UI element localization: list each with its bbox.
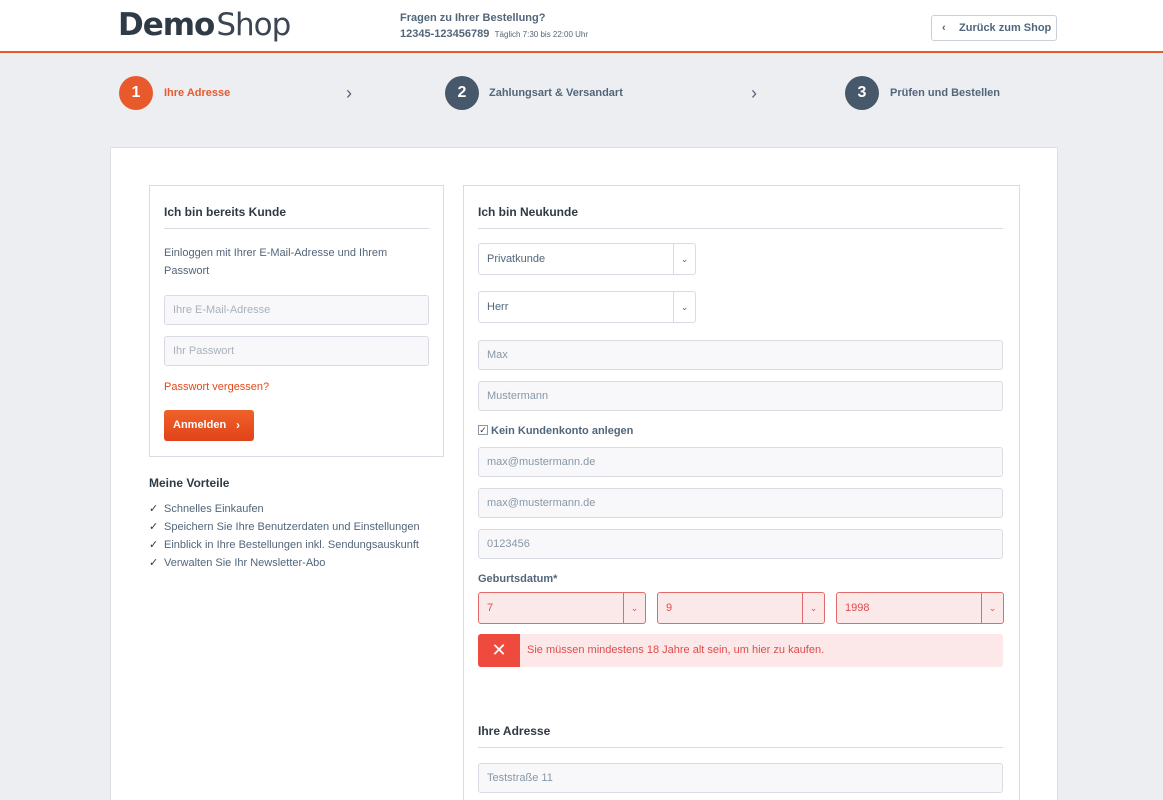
step-2-label[interactable]: Zahlungsart & Versandart: [489, 87, 623, 100]
back-to-shop-button[interactable]: ‹ Zurück zum Shop: [931, 15, 1057, 41]
salutation-value: Herr: [487, 301, 509, 313]
checkmark-icon: ✓: [149, 521, 159, 533]
forgot-password-link[interactable]: Passwort vergessen?: [164, 380, 269, 394]
no-account-label[interactable]: Kein Kundenkonto anlegen: [491, 425, 633, 438]
help-phone: 12345-123456789: [400, 28, 490, 40]
birthday-day-value: 7: [487, 602, 494, 614]
chevron-down-icon: ⌄: [623, 593, 645, 623]
street-input[interactable]: Teststraße 11: [478, 763, 1003, 793]
benefit-item: ✓ Speichern Sie Ihre Benutzerdaten und Ei…: [149, 520, 420, 534]
no-account-checkbox[interactable]: ✓: [478, 425, 488, 435]
step-2-number: 2: [445, 76, 479, 110]
chevron-right-icon: ›: [346, 83, 352, 103]
checkmark-icon: ✓: [149, 503, 159, 515]
birthday-label: Geburtsdatum*: [478, 573, 558, 585]
benefit-text: Speichern Sie Ihre Benutzerdaten und Ein…: [164, 521, 420, 533]
benefit-item: ✓ Einblick in Ihre Bestellungen inkl. Sen…: [149, 538, 419, 552]
checkmark-icon: ✓: [149, 557, 159, 569]
benefits-title: Meine Vorteile: [149, 476, 230, 490]
birthday-year-value: 1998: [845, 602, 870, 614]
chevron-down-icon: ⌄: [981, 593, 1003, 623]
lastname-input[interactable]: Mustermann: [478, 381, 1003, 411]
login-password-input[interactable]: Ihr Passwort: [164, 336, 429, 366]
birthday-day-select[interactable]: 7 ⌄: [478, 592, 646, 624]
address-divider: [478, 747, 1003, 748]
chevron-down-icon: ⌄: [802, 593, 824, 623]
benefit-item: ✓ Verwalten Sie Ihr Newsletter-Abo: [149, 556, 325, 570]
benefit-item: ✓ Schnelles Einkaufen: [149, 502, 264, 516]
help-hours: Täglich 7:30 bis 22:00 Uhr: [494, 30, 589, 39]
step-3-number: 3: [845, 76, 879, 110]
chevron-down-icon: ⌄: [673, 292, 695, 322]
register-divider: [478, 228, 1003, 229]
chevron-down-icon: ⌄: [673, 244, 695, 274]
email-confirm-input[interactable]: max@mustermann.de: [478, 488, 1003, 518]
birthday-month-select[interactable]: 9 ⌄: [657, 592, 825, 624]
logo-light: Shop: [216, 7, 291, 43]
phone-input[interactable]: 0123456: [478, 529, 1003, 559]
back-to-shop-label: Zurück zum Shop: [959, 22, 1052, 34]
benefit-text: Schnelles Einkaufen: [164, 503, 264, 515]
help-info: Fragen zu Ihrer Bestellung? 12345-123456…: [400, 11, 588, 43]
customer-type-select[interactable]: Privatkunde ⌄: [478, 243, 696, 275]
email-input[interactable]: max@mustermann.de: [478, 447, 1003, 477]
chevron-right-icon: ›: [236, 418, 240, 432]
close-icon: ✕: [478, 634, 520, 667]
login-description-line1: Einloggen mit Ihrer E-Mail-Adresse und I…: [164, 247, 388, 259]
birthday-month-value: 9: [666, 602, 673, 614]
logo-bold: Demo: [118, 7, 215, 43]
login-email-input[interactable]: Ihre E-Mail-Adresse: [164, 295, 429, 325]
address-title: Ihre Adresse: [478, 724, 551, 738]
login-button-label: Anmelden: [173, 419, 227, 431]
salutation-select[interactable]: Herr ⌄: [478, 291, 696, 323]
firstname-input[interactable]: Max: [478, 340, 1003, 370]
chevron-right-icon: ›: [751, 83, 757, 103]
benefit-text: Einblick in Ihre Bestellungen inkl. Send…: [164, 539, 419, 551]
login-button[interactable]: Anmelden ›: [164, 410, 254, 441]
step-1-number: 1: [119, 76, 153, 110]
login-description-line2: Passwort: [164, 265, 210, 277]
login-divider: [164, 228, 429, 229]
help-title: Fragen zu Ihrer Bestellung?: [400, 12, 546, 24]
header: DemoShop Fragen zu Ihrer Bestellung? 123…: [0, 0, 1163, 53]
chevron-left-icon: ‹: [942, 22, 946, 34]
age-error-message: Sie müssen mindestens 18 Jahre alt sein,…: [527, 644, 825, 656]
register-title: Ich bin Neukunde: [478, 205, 579, 219]
logo[interactable]: DemoShop: [118, 6, 291, 46]
step-3-label[interactable]: Prüfen und Bestellen: [890, 87, 1000, 100]
checkmark-icon: ✓: [149, 539, 159, 551]
login-title: Ich bin bereits Kunde: [164, 205, 287, 219]
help-contact: 12345-123456789 Täglich 7:30 bis 22:00 U…: [400, 25, 588, 43]
age-error-alert: ✕ Sie müssen mindestens 18 Jahre alt sei…: [478, 634, 1003, 667]
birthday-year-select[interactable]: 1998 ⌄: [836, 592, 1004, 624]
step-1-label[interactable]: Ihre Adresse: [164, 87, 230, 100]
customer-type-value: Privatkunde: [487, 253, 546, 265]
benefit-text: Verwalten Sie Ihr Newsletter-Abo: [164, 557, 326, 569]
